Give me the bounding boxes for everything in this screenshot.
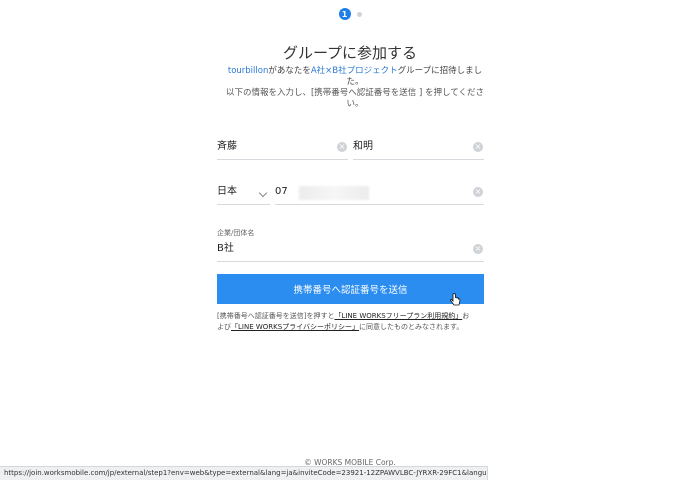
invite-message: tourbillonがあなたをA社×B社プロジェクトグループに招待しまし た。 [215,66,495,88]
clear-icon[interactable]: × [473,142,483,152]
terms-of-use-link[interactable]: 「LINE WORKSフリープラン利用規約」 [334,312,462,320]
first-name-field[interactable]: 和明 × [353,134,484,160]
company-field[interactable]: 企業/団体名 B社 × [217,229,484,262]
invite-text-mid: があなたを [268,66,311,76]
terms-text-2: お [462,312,470,320]
country-select[interactable]: 日本 [217,179,270,205]
terms-notice: [携帯番号へ認証番号を送信]を押すと「LINE WORKSフリープラン利用規約」… [217,311,492,333]
country-value: 日本 [217,186,237,197]
privacy-policy-link[interactable]: 「LINE WORKSプライバシーポリシー」 [231,323,359,331]
company-label: 企業/団体名 [217,229,255,237]
last-name-value: 斉藤 [217,141,237,152]
clear-icon[interactable]: × [473,187,483,197]
phone-number-field[interactable]: 07 × [275,179,484,205]
phone-redaction [299,186,369,200]
clear-icon[interactable]: × [337,142,347,152]
instruction-line-1: 以下の情報を入力し、[携帯番号へ認証番号を送信 ] を押してくださ [225,88,485,98]
instruction-text: 以下の情報を入力し、[携帯番号へ認証番号を送信 ] を押してくださ い。 [210,88,500,110]
status-bar-url: https://join.worksmobile.com/jp/external… [0,466,488,480]
invite-text-end: グループに招待しまし [397,66,483,76]
instruction-line-2: い。 [346,99,364,109]
send-verification-code-button[interactable]: 携帯番号へ認証番号を送信 [217,274,484,304]
step-1-indicator: 1 [338,8,351,20]
stepper: 1 [0,8,700,20]
terms-text-1: [携帯番号へ認証番号を送信]を押すと [217,312,335,320]
last-name-field[interactable]: 斉藤 × [217,134,348,160]
terms-text-4: に同意したものとみなされます。 [359,323,464,331]
step-2-indicator [356,11,362,17]
chevron-down-icon [258,188,268,198]
clear-icon[interactable]: × [473,244,483,254]
inviter-name: tourbillon [227,66,269,76]
page-title: グループに参加する [282,44,418,62]
phone-number-value: 07 [275,186,288,197]
terms-text-3: よび [217,323,231,331]
hand-pointer-icon [450,293,461,306]
first-name-value: 和明 [353,141,373,152]
group-name: A社×B社プロジェクト [310,66,398,76]
invite-text-end-2: た。 [346,77,364,87]
company-value: B社 [217,243,234,254]
